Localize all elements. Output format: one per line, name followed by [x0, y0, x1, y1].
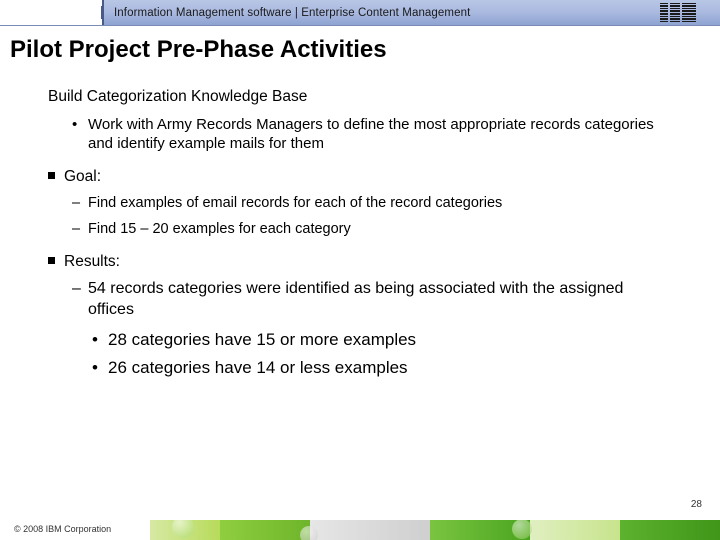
header-notch — [0, 0, 104, 25]
list-item: Work with Army Records Managers to defin… — [72, 116, 672, 154]
ibm-logo-icon — [660, 3, 702, 23]
list-item: 26 categories have 14 or less examples — [92, 357, 672, 379]
breadcrumb: Information Management software | Enterp… — [114, 7, 470, 19]
list-item: 54 records categories were identified as… — [72, 279, 672, 321]
list-item: 28 categories have 15 or more examples — [92, 329, 672, 351]
header-left: Information Management software | Enterp… — [0, 0, 470, 25]
results-list: 54 records categories were identified as… — [72, 279, 672, 321]
results-heading: Results: — [48, 253, 672, 271]
list-item: Find examples of email records for each … — [72, 194, 672, 213]
copyright-text: © 2008 IBM Corporation — [14, 524, 111, 534]
section-heading: Build Categorization Knowledge Base — [48, 88, 672, 106]
header-bar: Information Management software | Enterp… — [0, 0, 720, 26]
goal-list: Find examples of email records for each … — [72, 194, 672, 240]
goal-heading: Goal: — [48, 168, 672, 186]
slide-content: Build Categorization Knowledge Base Work… — [0, 70, 720, 379]
page-number: 28 — [691, 499, 702, 510]
results-sublist: 28 categories have 15 or more examples 2… — [92, 329, 672, 379]
list-item: Find 15 – 20 examples for each category — [72, 220, 672, 239]
page-title: Pilot Project Pre-Phase Activities — [0, 26, 720, 70]
section-bullets: Work with Army Records Managers to defin… — [72, 116, 672, 154]
